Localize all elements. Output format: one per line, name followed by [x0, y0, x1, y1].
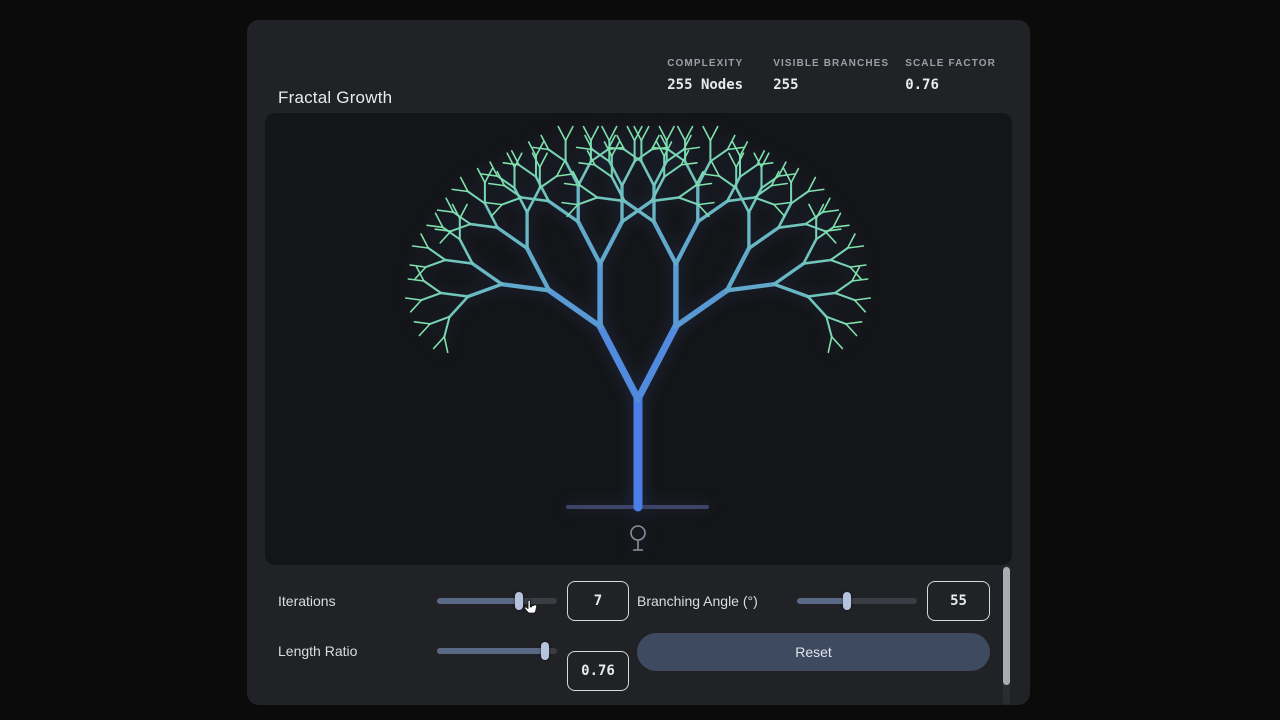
stat-visible-branches-value: 255 [773, 77, 799, 93]
branching-angle-slider-thumb[interactable] [843, 592, 852, 610]
stat-complexity-value: 255 Nodes [667, 77, 744, 93]
stat-scale-factor: SCALE FACTOR 0.76 [905, 58, 996, 93]
scrollbar-thumb[interactable] [1003, 567, 1010, 685]
iterations-value-input[interactable] [567, 581, 629, 621]
iterations-label: Iterations [278, 593, 336, 609]
iterations-slider-fill [437, 598, 519, 604]
fractal-tree-svg [405, 125, 871, 551]
stat-scale-factor-value: 0.76 [905, 77, 939, 93]
iterations-slider-thumb[interactable] [514, 592, 523, 610]
length-ratio-value-input[interactable] [567, 651, 629, 691]
page-title: Fractal Growth [278, 88, 393, 107]
stats-bar: COMPLEXITY 255 Nodes VISIBLE BRANCHES 25… [667, 58, 996, 93]
stat-scale-factor-label: SCALE FACTOR [905, 58, 996, 69]
stat-visible-branches-label: VISIBLE BRANCHES [773, 58, 890, 69]
stat-visible-branches: VISIBLE BRANCHES 255 [773, 58, 889, 93]
branching-angle-label: Branching Angle (°) [637, 593, 758, 609]
branching-angle-value-input[interactable] [927, 581, 990, 621]
length-ratio-slider-fill [437, 648, 545, 654]
stat-complexity: COMPLEXITY 255 Nodes [667, 58, 757, 93]
length-ratio-label: Length Ratio [278, 643, 358, 659]
fractal-growth-panel: Fractal Growth COMPLEXITY 255 Nodes VISI… [247, 20, 1030, 705]
branching-angle-slider[interactable] [797, 592, 917, 610]
fractal-tree [405, 125, 871, 512]
fractal-canvas [265, 113, 1012, 565]
stat-complexity-label: COMPLEXITY [667, 58, 744, 69]
sapling-icon [630, 525, 646, 551]
iterations-slider[interactable] [437, 592, 557, 610]
length-ratio-slider[interactable] [437, 642, 557, 660]
branching-angle-slider-fill [797, 598, 848, 604]
reset-button[interactable]: Reset [637, 633, 990, 671]
length-ratio-slider-thumb[interactable] [541, 642, 549, 660]
